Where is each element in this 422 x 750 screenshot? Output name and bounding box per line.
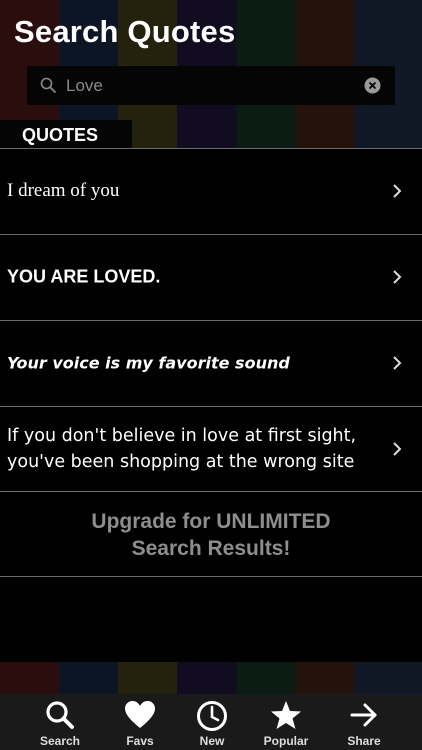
search-icon	[40, 77, 56, 93]
list-item[interactable]: I dream of you	[0, 148, 422, 233]
tab-label: New	[199, 734, 225, 748]
quote-text: I dream of you	[7, 180, 120, 201]
section-label: QUOTES	[22, 125, 99, 145]
star-icon	[271, 701, 301, 729]
chevron-right-icon	[393, 442, 402, 456]
upgrade-text: Upgrade for UNLIMITED Search Results!	[0, 508, 422, 562]
list-item[interactable]: If you don't believe in love at first si…	[0, 406, 422, 491]
clear-icon[interactable]	[364, 77, 381, 94]
tab-label: Favs	[126, 734, 154, 748]
tab-bar: Search Favs New Popular Share	[0, 694, 422, 750]
tab-search[interactable]: Search	[25, 694, 95, 750]
upgrade-line-2: Search Results!	[131, 537, 291, 560]
tab-favs[interactable]: Favs	[105, 694, 175, 750]
tab-popular[interactable]: Popular	[251, 694, 321, 750]
page-title: Search Quotes	[14, 14, 236, 49]
upgrade-line-1: Upgrade for UNLIMITED	[91, 510, 331, 533]
header: Search Quotes	[0, 0, 422, 66]
chevron-right-icon	[393, 270, 402, 284]
chevron-right-icon	[393, 356, 402, 370]
tab-new[interactable]: New	[177, 694, 247, 750]
search-input[interactable]: Love	[66, 76, 103, 96]
quote-text: If you don't believe in love at first si…	[7, 426, 357, 472]
quote-list: I dream of you YOU ARE LOVED. Your voice…	[0, 148, 422, 662]
tab-share[interactable]: Share	[329, 694, 399, 750]
section-header: QUOTES	[0, 120, 132, 149]
heart-icon	[125, 701, 155, 728]
tab-label: Popular	[263, 734, 309, 748]
clock-icon	[197, 701, 227, 731]
arrow-right-icon	[350, 703, 377, 727]
quote-text: Your voice is my favorite sound	[7, 353, 290, 373]
upgrade-banner[interactable]: Upgrade for UNLIMITED Search Results!	[0, 491, 422, 577]
list-item[interactable]: YOU ARE LOVED.	[0, 234, 422, 319]
chevron-right-icon	[393, 184, 402, 198]
quote-text: YOU ARE LOVED.	[7, 266, 161, 287]
search-bar[interactable]: Love	[27, 66, 395, 105]
tab-label: Share	[347, 734, 381, 748]
search-icon	[46, 701, 74, 729]
list-item[interactable]: Your voice is my favorite sound	[0, 320, 422, 405]
tab-label: Search	[39, 734, 81, 748]
